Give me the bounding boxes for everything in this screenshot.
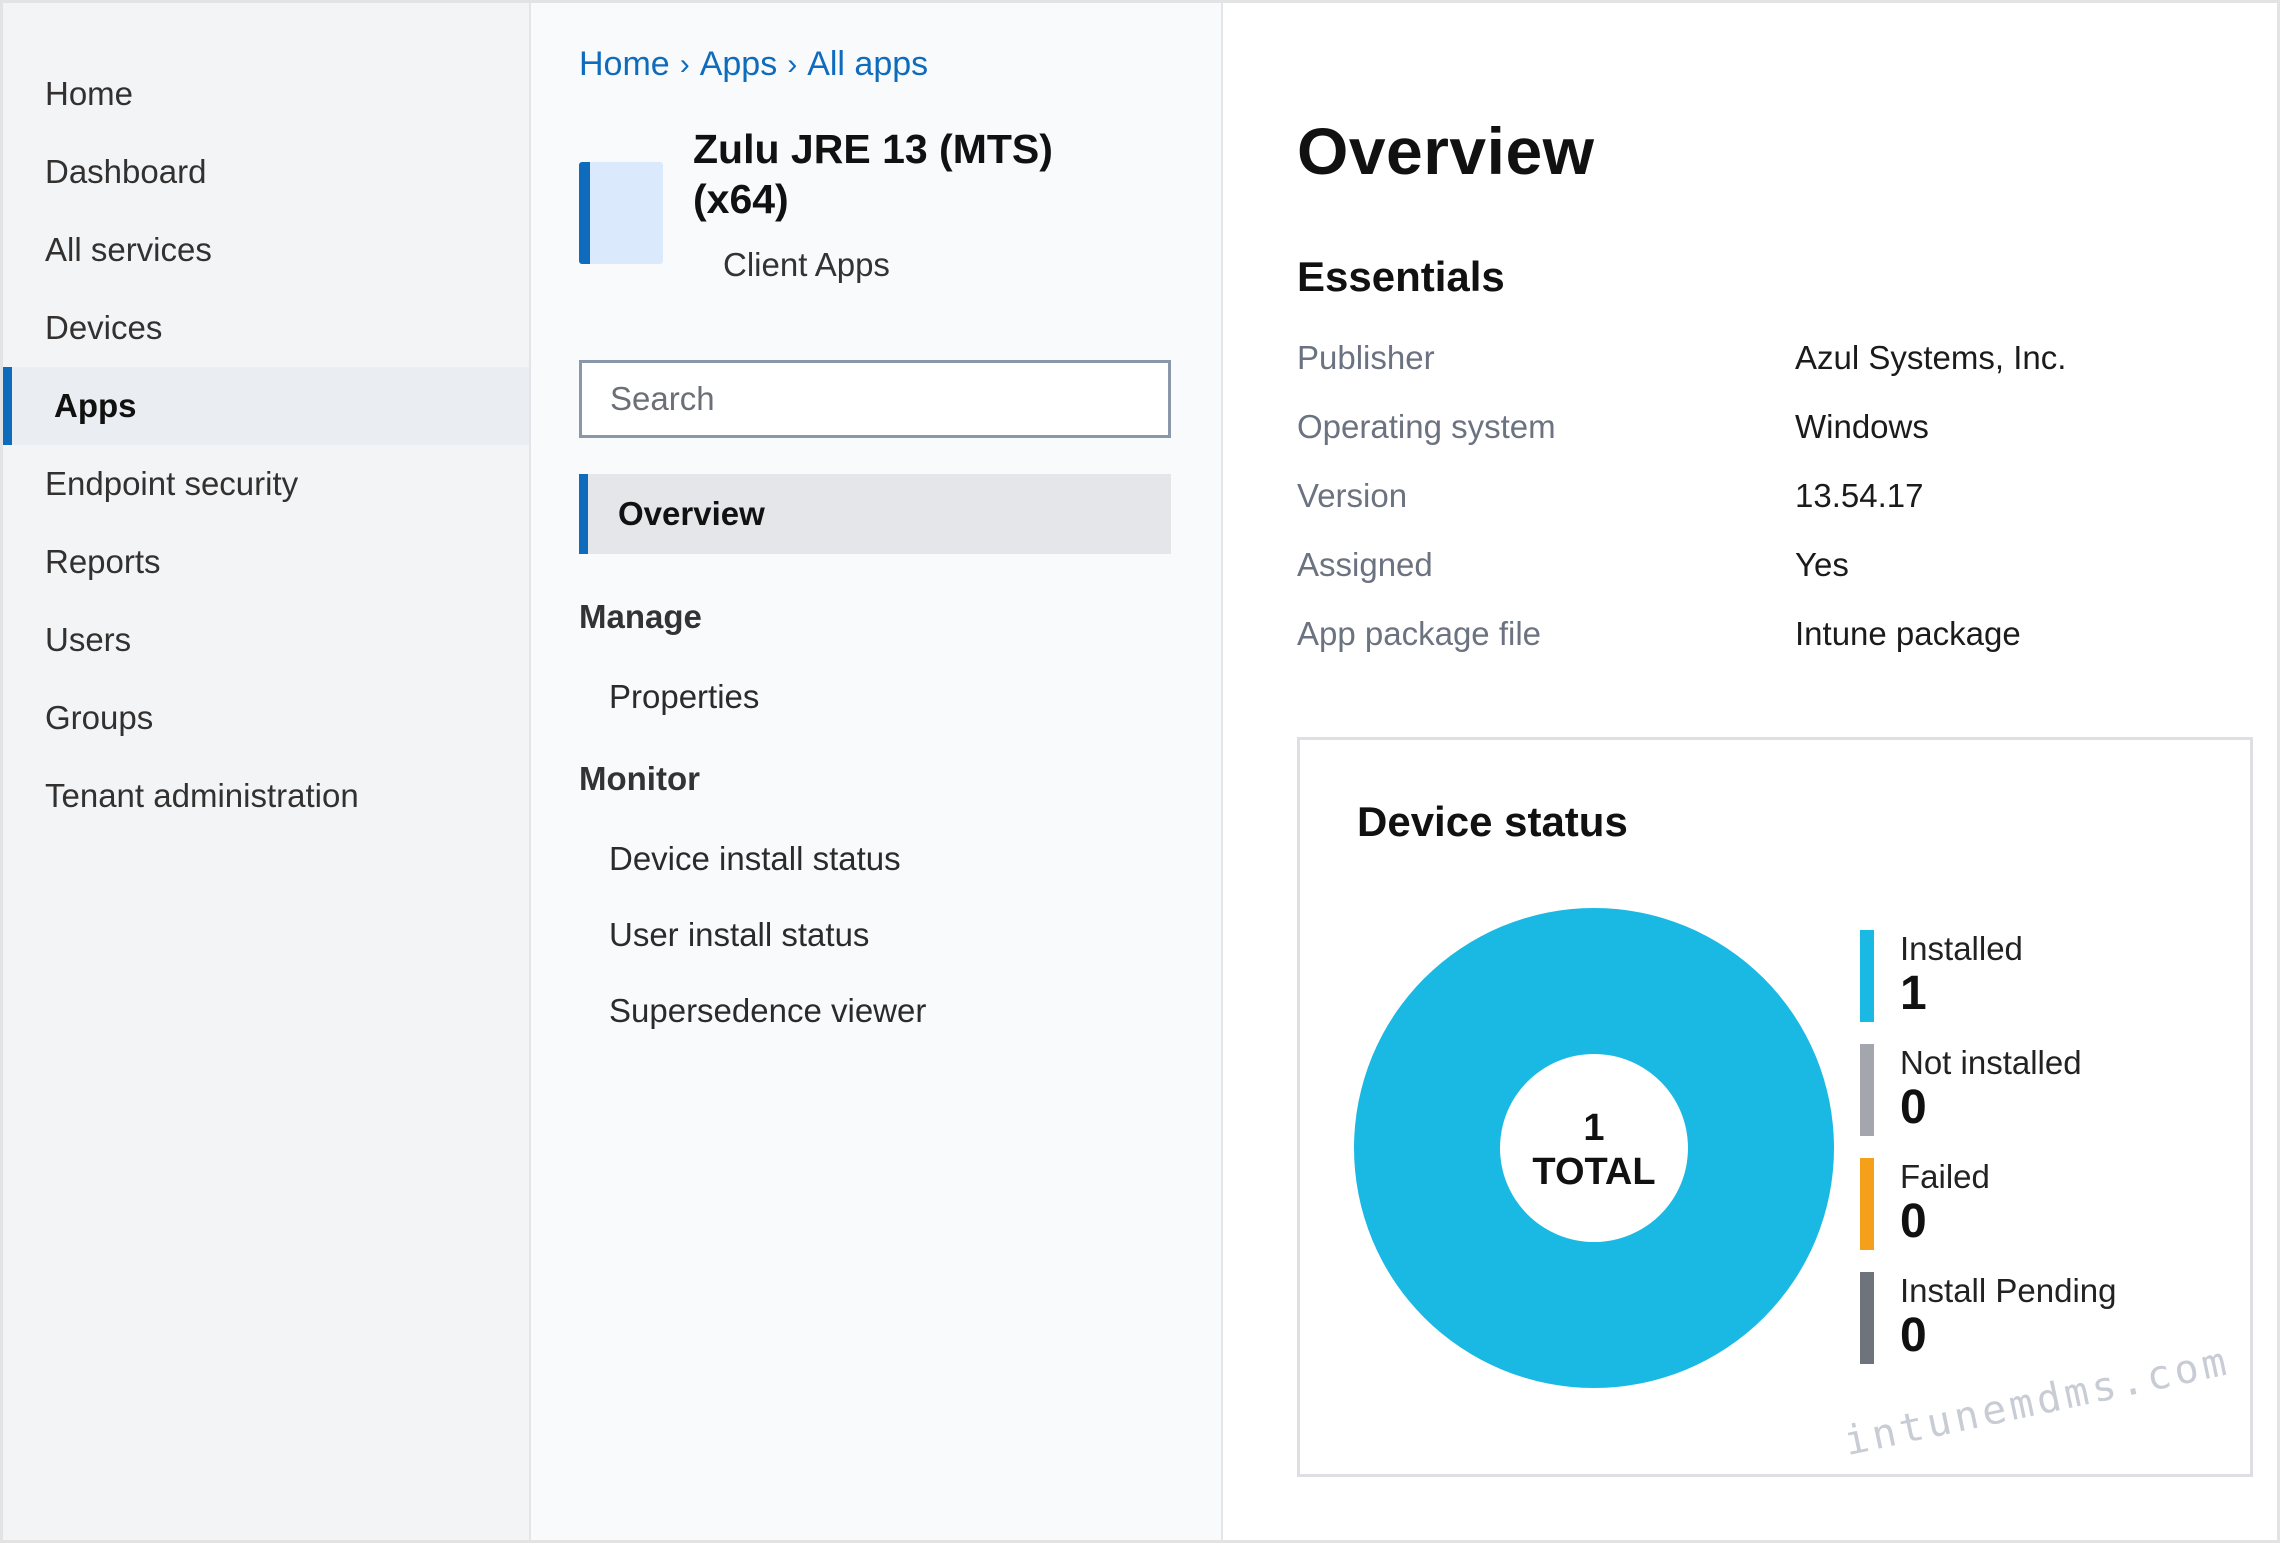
- nav-item-groups[interactable]: Groups: [3, 679, 529, 757]
- legend-label: Failed: [1900, 1158, 1990, 1195]
- page-title: Overview: [1297, 114, 1595, 188]
- essentials-row: Operating system Windows: [1297, 408, 2277, 477]
- essentials-list: Publisher Azul Systems, Inc. Operating s…: [1297, 339, 2277, 684]
- essentials-title: Essentials: [1297, 253, 1505, 300]
- essentials-key: App package file: [1297, 615, 1542, 652]
- menu-item-properties[interactable]: Properties: [579, 678, 1173, 716]
- essentials-value: Yes: [1795, 546, 1849, 583]
- device-status-legend: Installed 1 Not installed 0 Failed 0 Ins…: [1860, 930, 2116, 1386]
- essentials-value: Azul Systems, Inc.: [1795, 339, 2067, 376]
- essentials-row: Version 13.54.17: [1297, 477, 2277, 546]
- nav-item-tenant-administration[interactable]: Tenant administration: [3, 757, 529, 835]
- essentials-value: Intune package: [1795, 615, 2021, 652]
- menu-item-overview[interactable]: Overview: [579, 474, 1171, 554]
- left-nav: Home Dashboard All services Devices Apps…: [3, 3, 531, 1540]
- essentials-row: Assigned Yes: [1297, 546, 2277, 615]
- legend-swatch: [1860, 1044, 1874, 1136]
- nav-item-apps[interactable]: Apps: [3, 367, 529, 445]
- nav-item-users[interactable]: Users: [3, 601, 529, 679]
- nav-item-reports[interactable]: Reports: [3, 523, 529, 601]
- app-blade-menu: Home › Apps › All apps Zulu JRE 13 (MTS)…: [531, 3, 1223, 1540]
- breadcrumb: Home › Apps › All apps: [579, 45, 1173, 84]
- legend-label: Not installed: [1900, 1044, 2082, 1081]
- essentials-row: App package file Intune package: [1297, 615, 2277, 684]
- essentials-key: Version: [1297, 477, 1408, 514]
- breadcrumb-separator-icon: ›: [679, 47, 690, 81]
- donut-total-label: TOTAL: [1532, 1151, 1655, 1193]
- legend-value: 0: [1900, 1081, 1927, 1134]
- legend-value: 0: [1900, 1195, 1927, 1248]
- essentials-key: Operating system: [1297, 408, 1556, 445]
- menu-item-device-install-status[interactable]: Device install status: [579, 840, 1173, 878]
- menu-group-monitor: Monitor: [579, 760, 700, 797]
- legend-item-failed[interactable]: Failed 0: [1860, 1158, 2116, 1272]
- legend-item-installed[interactable]: Installed 1: [1860, 930, 2116, 1044]
- legend-label: Install Pending: [1900, 1272, 2117, 1309]
- essentials-key: Publisher: [1297, 339, 1435, 376]
- nav-item-endpoint-security[interactable]: Endpoint security: [3, 445, 529, 523]
- device-status-donut-chart: 1 TOTAL: [1354, 908, 1834, 1388]
- legend-swatch: [1860, 1158, 1874, 1250]
- legend-item-not-installed[interactable]: Not installed 0: [1860, 1044, 2116, 1158]
- overview-content: Overview Essentials Publisher Azul Syste…: [1223, 3, 2277, 1540]
- app-subtitle: Client Apps: [723, 246, 890, 283]
- legend-value: 0: [1900, 1309, 1927, 1362]
- menu-item-supersedence-viewer[interactable]: Supersedence viewer: [579, 992, 1173, 1030]
- nav-item-dashboard[interactable]: Dashboard: [3, 133, 529, 211]
- legend-label: Installed: [1900, 930, 2023, 967]
- essentials-key: Assigned: [1297, 546, 1433, 583]
- device-status-title: Device status: [1357, 798, 1628, 845]
- breadcrumb-home[interactable]: Home: [579, 45, 670, 84]
- donut-total-value: 1: [1583, 1107, 1604, 1149]
- legend-swatch: [1860, 1272, 1874, 1364]
- essentials-value: 13.54.17: [1795, 477, 1924, 514]
- app-header: Zulu JRE 13 (MTS) (x64) Client Apps: [579, 124, 1173, 284]
- nav-item-home[interactable]: Home: [3, 55, 529, 133]
- breadcrumb-separator-icon: ›: [787, 47, 798, 81]
- app-icon: [579, 162, 663, 264]
- menu-group-manage: Manage: [579, 598, 702, 635]
- nav-item-devices[interactable]: Devices: [3, 289, 529, 367]
- breadcrumb-apps[interactable]: Apps: [700, 45, 778, 84]
- essentials-value: Windows: [1795, 408, 1929, 445]
- menu-search-input[interactable]: [579, 360, 1171, 438]
- app-window: Home Dashboard All services Devices Apps…: [0, 0, 2280, 1543]
- app-name: Zulu JRE 13 (MTS) (x64): [693, 126, 1053, 222]
- menu-item-user-install-status[interactable]: User install status: [579, 916, 1173, 954]
- legend-swatch: [1860, 930, 1874, 1022]
- legend-value: 1: [1900, 967, 1927, 1020]
- essentials-row: Publisher Azul Systems, Inc.: [1297, 339, 2277, 408]
- breadcrumb-all-apps[interactable]: All apps: [807, 45, 928, 84]
- nav-item-all-services[interactable]: All services: [3, 211, 529, 289]
